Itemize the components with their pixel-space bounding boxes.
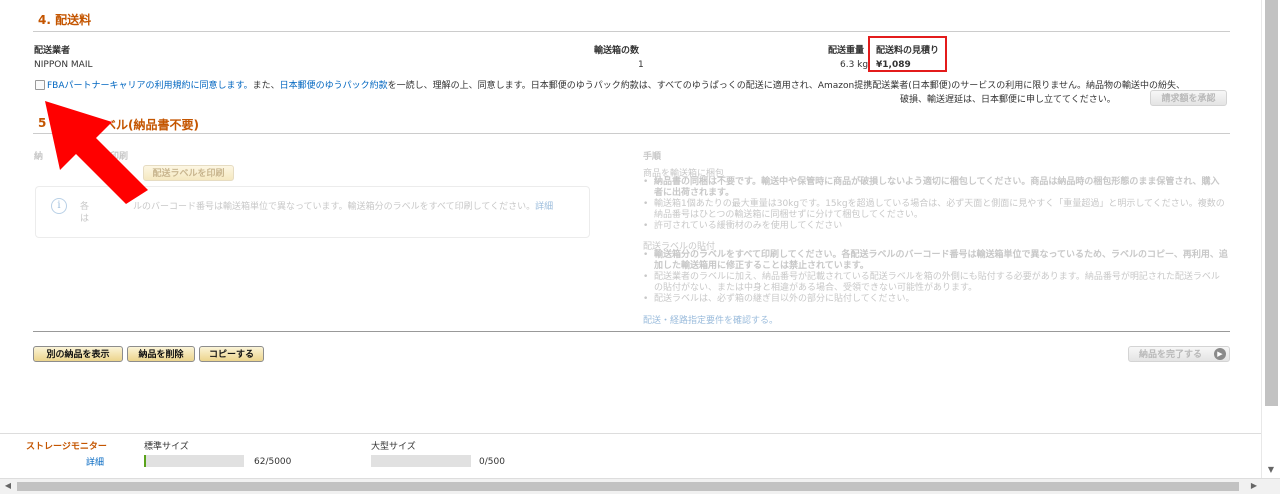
vertical-scrollbar-thumb[interactable] xyxy=(1265,0,1278,406)
red-arrow-annotation xyxy=(45,101,148,204)
storage-detail-link[interactable]: 詳細 xyxy=(86,455,104,468)
scroll-right-arrow-icon[interactable]: ▶ xyxy=(1247,479,1261,493)
horizontal-scrollbar[interactable]: ◀ ▶ xyxy=(0,478,1280,494)
standard-size-bar xyxy=(144,455,244,467)
storage-monitor-title: ストレージモニター xyxy=(26,442,107,452)
list-item: • 輸送箱分のラベルをすべて印刷してください。各配送ラベルのバーコード番号は輸送箱… xyxy=(643,250,1228,271)
scroll-left-arrow-icon[interactable]: ◀ xyxy=(1,479,15,493)
large-size-value: 0/500 xyxy=(479,457,505,467)
delete-shipment-button[interactable]: 納品を削除 xyxy=(127,346,195,362)
vertical-scrollbar[interactable]: ▼ xyxy=(1261,0,1280,479)
carrier-name: NIPPON MAIL xyxy=(34,60,93,70)
yupack-terms-link[interactable]: 日本郵便のゆうパック約款 xyxy=(280,81,388,91)
agreement-text-line2: 破損、輸送遅延は、日本郵便に申し立ててください。 xyxy=(900,95,1116,105)
weight-value: 6.3 kg xyxy=(840,60,869,70)
print-shipping-label-button[interactable]: 配送ラベルを印刷 xyxy=(143,165,234,181)
copy-button[interactable]: コピーする xyxy=(199,346,264,362)
info-details-link[interactable]: 詳細 xyxy=(535,202,553,212)
large-size-bar xyxy=(371,455,471,467)
agree-checkbox[interactable] xyxy=(35,80,45,90)
standard-size-value: 62/5000 xyxy=(254,457,292,467)
divider xyxy=(33,133,1230,134)
list-item: • 許可されている緩衝材のみを使用してください xyxy=(643,221,843,231)
partner-carrier-terms-link[interactable]: FBAパートナーキャリアの利用規約に同意します。 xyxy=(47,81,253,91)
view-other-shipment-button[interactable]: 別の納品を表示 xyxy=(33,346,123,362)
label-list: • 輸送箱分のラベルをすべて印刷してください。各配送ラベルのバーコード番号は輸送箱… xyxy=(643,250,1228,305)
divider xyxy=(33,331,1230,332)
approve-charges-button[interactable]: 請求額を承認 xyxy=(1150,90,1227,106)
list-item: • 輸送箱1個あたりの最大重量は30kgです。15kgを超過している場合は、必ず天… xyxy=(643,199,1225,220)
carrier-header: 配送業者 xyxy=(34,46,71,56)
standard-size-label: 標準サイズ xyxy=(144,442,189,452)
weight-header: 配送重量 xyxy=(828,46,865,56)
list-item: • 納品書の同梱は不要です。輸送中や保管時に商品が破損しないよう適切に梱包してくだ… xyxy=(643,177,1220,198)
boxes-count: 1 xyxy=(638,60,644,70)
agreement-text: FBAパートナーキャリアの利用規約に同意します。また、日本郵便のゆうパック約款を… xyxy=(47,81,1185,91)
storage-divider xyxy=(0,433,1261,434)
pack-list: • 納品書の同梱は不要です。輸送中や保管時に商品が破損しないよう適切に梱包してくだ… xyxy=(643,177,1228,232)
arrow-right-icon: ▶ xyxy=(1214,348,1226,360)
horizontal-scrollbar-thumb[interactable] xyxy=(17,482,1239,491)
info-text-b: は xyxy=(80,214,90,224)
section-4-title: 4. 配送料 xyxy=(38,13,92,27)
complete-shipment-button[interactable]: 納品を完了する ▶ xyxy=(1128,346,1230,362)
list-item: • 配送ラベルは、必ず箱の継ぎ目以外の部分に貼付してください。 xyxy=(643,294,915,304)
list-item: • 配送業者のラベルに加え、納品番号が記載されている配送ラベルを箱の外側にも貼付す… xyxy=(643,272,1220,293)
info-text: ルのバーコード番号は輸送箱単位で異なっています。輸送箱分のラベルをすべて印刷して… xyxy=(133,202,554,212)
scroll-down-arrow-icon[interactable]: ▼ xyxy=(1264,463,1278,477)
divider xyxy=(33,31,1230,32)
procedure-title: 手順 xyxy=(643,152,662,162)
boxes-header: 輸送箱の数 xyxy=(594,46,640,56)
shipping-requirements-link[interactable]: 配送・経路指定要件を確認する。 xyxy=(643,313,778,326)
estimate-highlight-box xyxy=(868,36,947,72)
large-size-label: 大型サイズ xyxy=(371,442,416,452)
standard-size-bar-fill xyxy=(144,455,146,467)
